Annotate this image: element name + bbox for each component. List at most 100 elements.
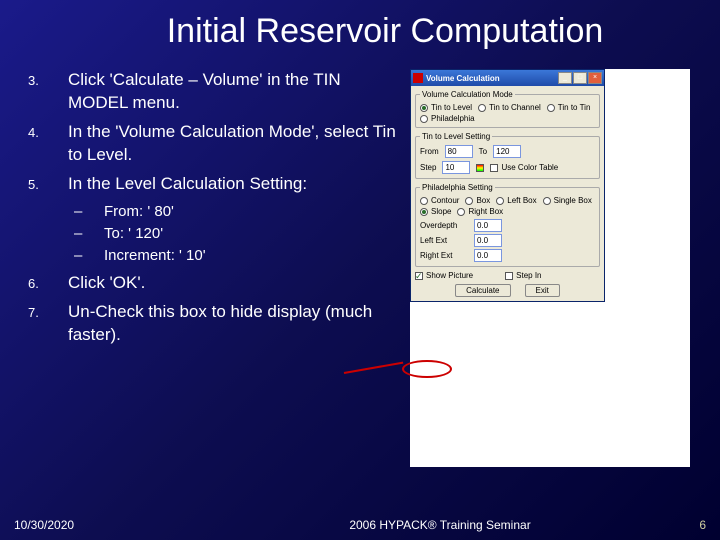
overdepth-label: Overdepth xyxy=(420,221,468,230)
radio-icon xyxy=(457,208,465,216)
app-icon xyxy=(413,73,423,83)
mode-legend: Volume Calculation Mode xyxy=(420,90,515,99)
radio-label: Tin to Tin xyxy=(558,103,591,112)
dialog-titlebar: Volume Calculation _ □ × xyxy=(411,70,604,86)
radio-tin-to-level[interactable]: Tin to Level xyxy=(420,103,472,112)
step-item: 5.In the Level Calculation Setting: xyxy=(20,173,400,196)
radio-contour[interactable]: Contour xyxy=(420,196,459,205)
phila-legend: Philadelphia Setting xyxy=(420,183,495,192)
radio-icon xyxy=(420,197,428,205)
bullet-column: 3.Click 'Calculate – Volume' in the TIN … xyxy=(20,69,400,467)
footer-date: 10/30/2020 xyxy=(14,518,214,532)
radio-tin-to-channel[interactable]: Tin to Channel xyxy=(478,103,541,112)
exit-button[interactable]: Exit xyxy=(525,284,560,297)
substep-text: Increment: ' 10' xyxy=(104,246,206,266)
radio-slope[interactable]: Slope xyxy=(420,207,451,216)
step-field[interactable]: 10 xyxy=(442,161,470,174)
radio-label: Contour xyxy=(431,196,459,205)
step-label: Step xyxy=(420,163,436,172)
radio-label: Slope xyxy=(431,207,451,216)
step-text: Click 'Calculate – Volume' in the TIN MO… xyxy=(68,69,400,115)
screenshot-panel: Volume Calculation _ □ × Volume Calculat… xyxy=(410,69,690,467)
slide-title: Initial Reservoir Computation xyxy=(0,0,720,51)
step-item: 3.Click 'Calculate – Volume' in the TIN … xyxy=(20,69,400,115)
substep-dash: – xyxy=(68,224,104,244)
step-num: 6. xyxy=(20,272,68,295)
radio-icon xyxy=(543,197,551,205)
rightext-label: Right Ext xyxy=(420,251,468,260)
footer-page: 6 xyxy=(666,518,706,532)
radio-label: Right Box xyxy=(468,207,503,216)
checkbox-label: Step In xyxy=(516,271,541,280)
radio-icon xyxy=(465,197,473,205)
footer-mid: 2006 HYPACK® Training Seminar xyxy=(214,518,666,532)
from-field[interactable]: 80 xyxy=(445,145,473,158)
radio-single-box[interactable]: Single Box xyxy=(543,196,592,205)
substep-item: –To: ' 120' xyxy=(68,224,400,244)
minimize-button[interactable]: _ xyxy=(558,72,572,84)
overdepth-field[interactable]: 0.0 xyxy=(474,219,502,232)
radio-label: Tin to Channel xyxy=(489,103,541,112)
radio-icon xyxy=(420,208,428,216)
use-color-checkbox[interactable]: Use Color Table xyxy=(490,163,558,172)
dialog-body: Volume Calculation Mode Tin to Level Tin… xyxy=(411,86,604,301)
step-num: 4. xyxy=(20,121,68,167)
radio-icon xyxy=(496,197,504,205)
checkbox-icon xyxy=(490,164,498,172)
radio-label: Box xyxy=(476,196,490,205)
radio-philadelphia[interactable]: Philadelphia xyxy=(420,114,475,123)
substep-item: –Increment: ' 10' xyxy=(68,246,400,266)
level-group: Tin to Level Setting From 80 To 120 Step… xyxy=(415,132,600,179)
calculate-button[interactable]: Calculate xyxy=(455,284,510,297)
close-button[interactable]: × xyxy=(588,72,602,84)
step-num: 7. xyxy=(20,301,68,347)
checkbox-label: Use Color Table xyxy=(501,163,558,172)
show-picture-checkbox[interactable]: Show Picture xyxy=(415,271,473,280)
footer: 10/30/2020 2006 HYPACK® Training Seminar… xyxy=(0,518,720,532)
mode-group: Volume Calculation Mode Tin to Level Tin… xyxy=(415,90,600,128)
substep-dash: – xyxy=(68,202,104,222)
from-label: From xyxy=(420,147,439,156)
step-in-checkbox[interactable]: Step In xyxy=(505,271,541,280)
radio-box[interactable]: Box xyxy=(465,196,490,205)
rightext-field[interactable]: 0.0 xyxy=(474,249,502,262)
radio-right-box[interactable]: Right Box xyxy=(457,207,503,216)
leftext-label: Left Ext xyxy=(420,236,468,245)
to-label: To xyxy=(479,147,487,156)
substep-text: From: ' 80' xyxy=(104,202,174,222)
checkbox-icon xyxy=(505,272,513,280)
step-item: 7.Un-Check this box to hide display (muc… xyxy=(20,301,400,347)
maximize-button[interactable]: □ xyxy=(573,72,587,84)
radio-icon xyxy=(420,104,428,112)
radio-icon xyxy=(547,104,555,112)
radio-label: Single Box xyxy=(554,196,592,205)
phila-group: Philadelphia Setting Contour Box Left Bo… xyxy=(415,183,600,267)
checkbox-icon xyxy=(415,272,423,280)
radio-label: Philadelphia xyxy=(431,114,475,123)
annotation-circle xyxy=(402,360,452,378)
step-text: In the Level Calculation Setting: xyxy=(68,173,400,196)
color-swatch-icon xyxy=(476,164,484,172)
substep-text: To: ' 120' xyxy=(104,224,163,244)
radio-label: Tin to Level xyxy=(431,103,472,112)
step-item: 6.Click 'OK'. xyxy=(20,272,400,295)
content-area: 3.Click 'Calculate – Volume' in the TIN … xyxy=(0,51,720,467)
step-text: In the 'Volume Calculation Mode', select… xyxy=(68,121,400,167)
leftext-field[interactable]: 0.0 xyxy=(474,234,502,247)
level-legend: Tin to Level Setting xyxy=(420,132,492,141)
substep-list: –From: ' 80' –To: ' 120' –Increment: ' 1… xyxy=(68,202,400,267)
radio-icon xyxy=(478,104,486,112)
step-num: 3. xyxy=(20,69,68,115)
checkbox-label: Show Picture xyxy=(426,271,473,280)
to-field[interactable]: 120 xyxy=(493,145,521,158)
substep-item: –From: ' 80' xyxy=(68,202,400,222)
step-text: Click 'OK'. xyxy=(68,272,400,295)
dialog-title: Volume Calculation xyxy=(426,74,557,83)
radio-icon xyxy=(420,115,428,123)
volume-calc-dialog: Volume Calculation _ □ × Volume Calculat… xyxy=(410,69,605,302)
step-item: 4.In the 'Volume Calculation Mode', sele… xyxy=(20,121,400,167)
radio-tin-to-tin[interactable]: Tin to Tin xyxy=(547,103,591,112)
radio-left-box[interactable]: Left Box xyxy=(496,196,536,205)
substep-dash: – xyxy=(68,246,104,266)
radio-label: Left Box xyxy=(507,196,536,205)
